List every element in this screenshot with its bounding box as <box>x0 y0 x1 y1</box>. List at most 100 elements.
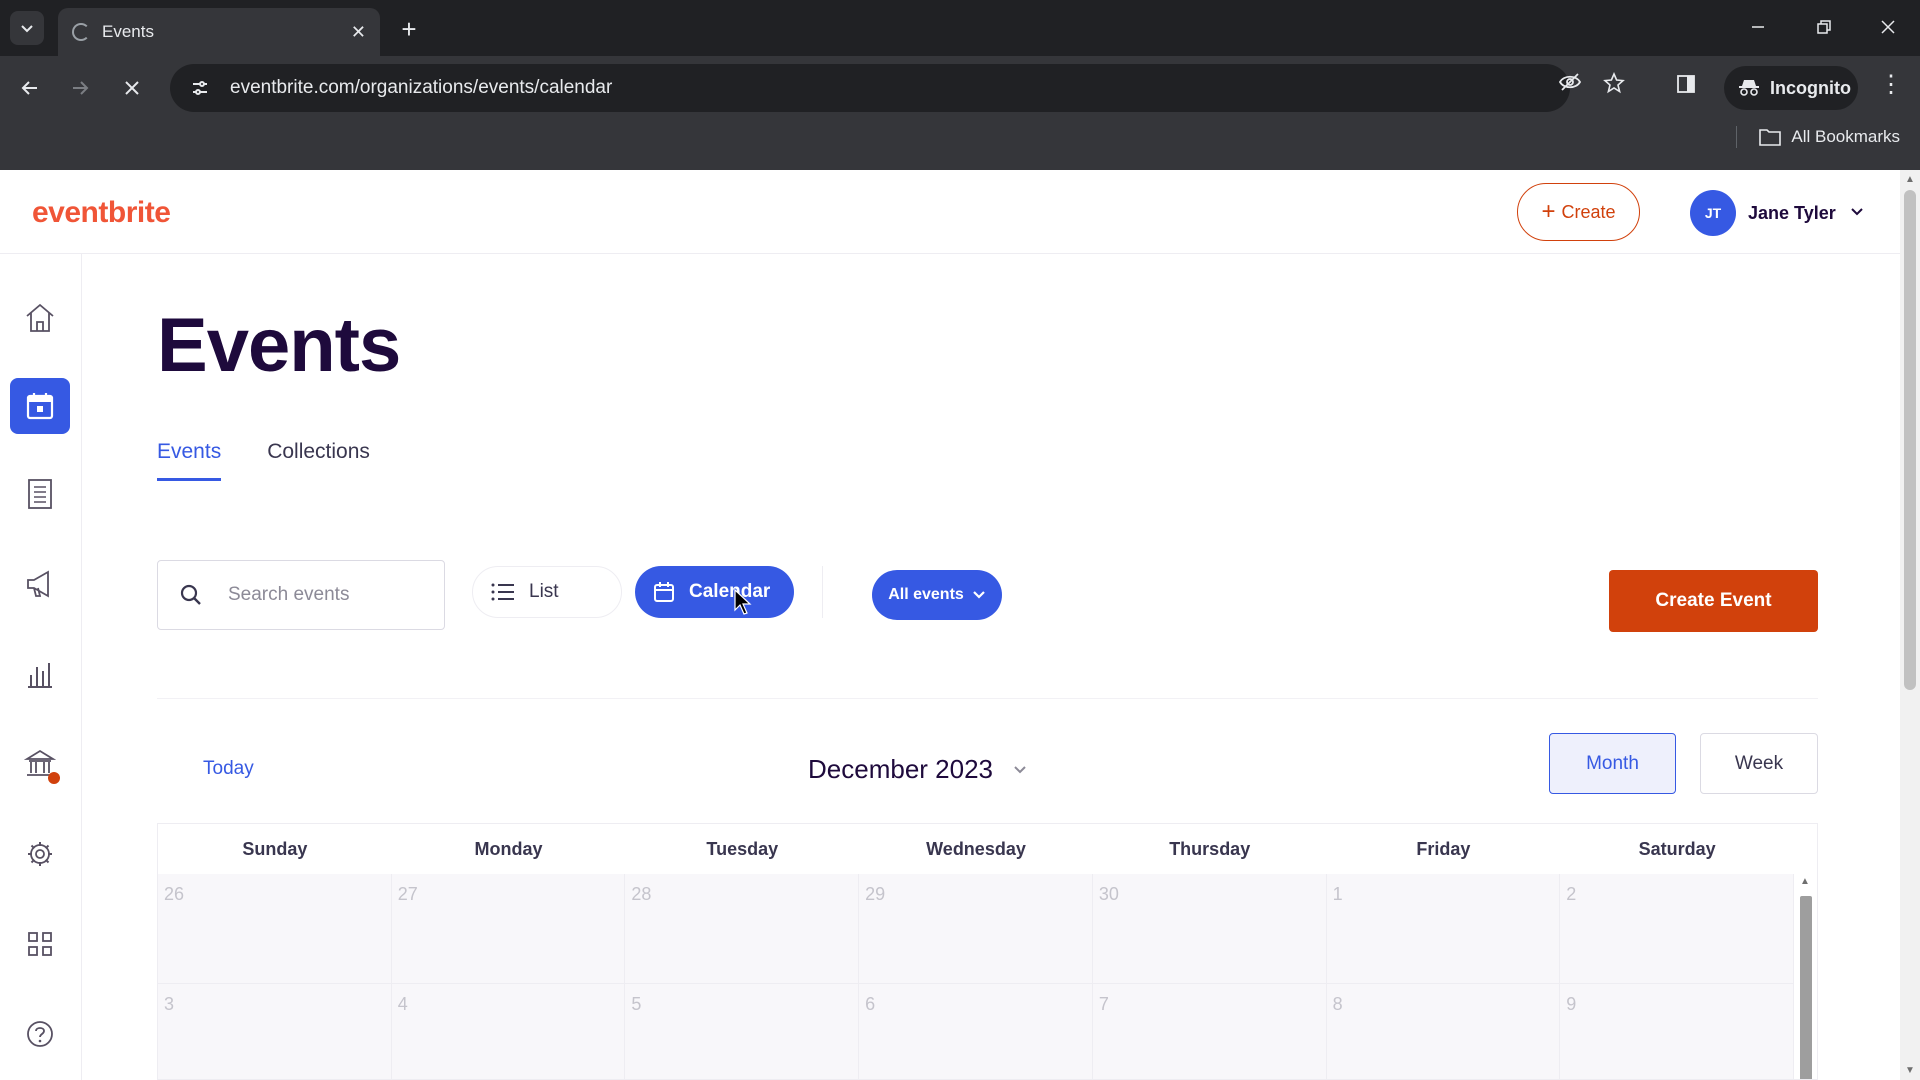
eventbrite-logo[interactable]: eventbrite <box>32 196 171 230</box>
day-cell[interactable]: 27 <box>391 874 626 984</box>
sidebar-item-reports[interactable] <box>10 646 70 702</box>
weekday-label: Tuesday <box>706 838 779 859</box>
list-view-button[interactable]: List <box>472 566 622 618</box>
browser-tab[interactable]: Events ✕ <box>58 8 380 56</box>
restore-button[interactable] <box>1804 10 1844 44</box>
calendar-view-label: Calendar <box>689 581 771 602</box>
calendar-days: 26 27 28 29 30 1 2 3 4 5 6 7 8 9 <box>158 874 1794 1079</box>
all-events-label: All events <box>888 586 964 603</box>
eye-slash-icon[interactable] <box>1554 72 1586 98</box>
minimize-button[interactable] <box>1738 10 1778 44</box>
close-window-button[interactable] <box>1868 10 1908 44</box>
day-cell[interactable]: 7 <box>1093 984 1327 1079</box>
day-cell[interactable]: 6 <box>859 984 1093 1079</box>
search-input[interactable] <box>228 584 418 606</box>
side-panel-icon[interactable] <box>1670 74 1702 100</box>
scrollbar-thumb[interactable] <box>1904 190 1916 690</box>
week-view-button[interactable]: Week <box>1700 733 1818 794</box>
back-button[interactable] <box>12 70 48 106</box>
day-cell[interactable]: 1 <box>1326 874 1561 984</box>
mouse-cursor-icon <box>734 589 752 615</box>
chevron-down-icon <box>21 25 33 33</box>
close-icon <box>125 81 139 95</box>
restore-icon <box>1817 20 1831 34</box>
forward-arrow-icon <box>73 81 89 95</box>
scroll-up-icon[interactable]: ▲ <box>1800 876 1810 887</box>
tab-title: Events <box>102 22 154 41</box>
user-name: Jane Tyler <box>1748 202 1836 223</box>
calendar-view-button[interactable]: Calendar <box>635 566 794 618</box>
scroll-up-icon[interactable]: ▲ <box>1905 174 1915 185</box>
new-tab-button[interactable]: + <box>392 12 426 46</box>
close-tab-icon[interactable]: ✕ <box>351 22 366 43</box>
tab-search-button[interactable] <box>10 11 44 45</box>
site-info-icon[interactable] <box>180 78 220 98</box>
create-event-button[interactable]: Create Event <box>1609 570 1818 632</box>
month-view-button[interactable]: Month <box>1549 733 1676 794</box>
page-title: Events <box>157 303 401 388</box>
help-icon <box>27 1021 53 1047</box>
all-bookmarks-label: All Bookmarks <box>1791 127 1900 146</box>
day-cell[interactable]: 28 <box>625 874 860 984</box>
list-icon <box>491 583 514 601</box>
scroll-down-icon[interactable]: ▼ <box>1905 1065 1915 1076</box>
tab-events[interactable]: Events <box>157 440 222 481</box>
create-button[interactable]: + Create <box>1517 183 1640 241</box>
sidebar-item-help[interactable] <box>10 1006 70 1062</box>
weekday-label: Friday <box>1416 838 1471 859</box>
month-selector[interactable]: December 2023 <box>808 754 1027 785</box>
weekday-label: Thursday <box>1169 838 1251 859</box>
list-view-label: List <box>529 581 559 602</box>
incognito-label: Incognito <box>1770 77 1851 98</box>
address-bar[interactable]: eventbrite.com/organizations/events/cale… <box>170 64 1570 112</box>
day-cell[interactable]: 5 <box>625 984 860 1079</box>
forward-button[interactable] <box>62 70 98 106</box>
chevron-down-icon <box>1014 765 1026 773</box>
page-scrollbar[interactable]: ▲ ▼ <box>1900 170 1920 1080</box>
day-cell[interactable]: 9 <box>1560 984 1794 1079</box>
all-events-filter[interactable]: All events <box>872 570 1002 620</box>
browser-menu-icon[interactable]: ⋮ <box>1876 70 1906 99</box>
search-box[interactable] <box>157 560 445 630</box>
day-cell[interactable]: 4 <box>392 984 626 1079</box>
browser-toolbar: eventbrite.com/organizations/events/cale… <box>0 56 1920 170</box>
sidebar-item-events[interactable] <box>10 378 70 434</box>
app-header: eventbrite + Create JT Jane Tyler <box>0 170 1900 254</box>
bookmarks-separator <box>1736 126 1738 148</box>
sidebar-item-finance[interactable] <box>10 736 70 792</box>
month-label: December 2023 <box>808 754 993 784</box>
tab-collections[interactable]: Collections <box>267 440 370 481</box>
sidebar-item-orders[interactable] <box>10 466 70 522</box>
day-cell[interactable]: 30 <box>1092 874 1327 984</box>
all-bookmarks[interactable]: All Bookmarks <box>1736 126 1900 148</box>
weekday-label: Saturday <box>1638 838 1716 859</box>
loading-icon <box>72 23 90 41</box>
incognito-icon <box>1739 80 1759 96</box>
stop-loading-button[interactable] <box>114 70 150 106</box>
section-divider <box>157 698 1818 699</box>
sidebar-item-home[interactable] <box>10 290 70 346</box>
bookmark-star-icon[interactable] <box>1598 71 1630 100</box>
orders-icon <box>28 479 52 509</box>
filter-divider <box>822 566 823 618</box>
sidebar-item-settings[interactable] <box>10 826 70 882</box>
weekday-label: Wednesday <box>926 838 1026 859</box>
day-cell[interactable]: 8 <box>1327 984 1561 1079</box>
avatar: JT <box>1690 190 1736 236</box>
calendar-scrollbar[interactable]: ▲ <box>1793 874 1817 1079</box>
search-icon <box>180 584 201 605</box>
sidebar-item-apps[interactable] <box>10 916 70 972</box>
day-cell[interactable]: 29 <box>859 874 1093 984</box>
user-menu[interactable]: JT Jane Tyler <box>1690 190 1864 236</box>
url-text[interactable]: eventbrite.com/organizations/events/cale… <box>230 77 1570 99</box>
close-icon <box>1881 20 1895 34</box>
plus-icon: + <box>1541 198 1556 225</box>
incognito-indicator[interactable]: Incognito <box>1724 66 1858 110</box>
gear-icon <box>28 842 52 866</box>
day-cell[interactable]: 3 <box>158 984 392 1079</box>
today-button[interactable]: Today <box>203 758 254 780</box>
scrollbar-thumb[interactable] <box>1800 896 1812 1079</box>
sidebar-item-marketing[interactable] <box>10 556 70 612</box>
day-cell[interactable]: 26 <box>158 874 392 984</box>
day-cell[interactable]: 2 <box>1560 874 1794 984</box>
